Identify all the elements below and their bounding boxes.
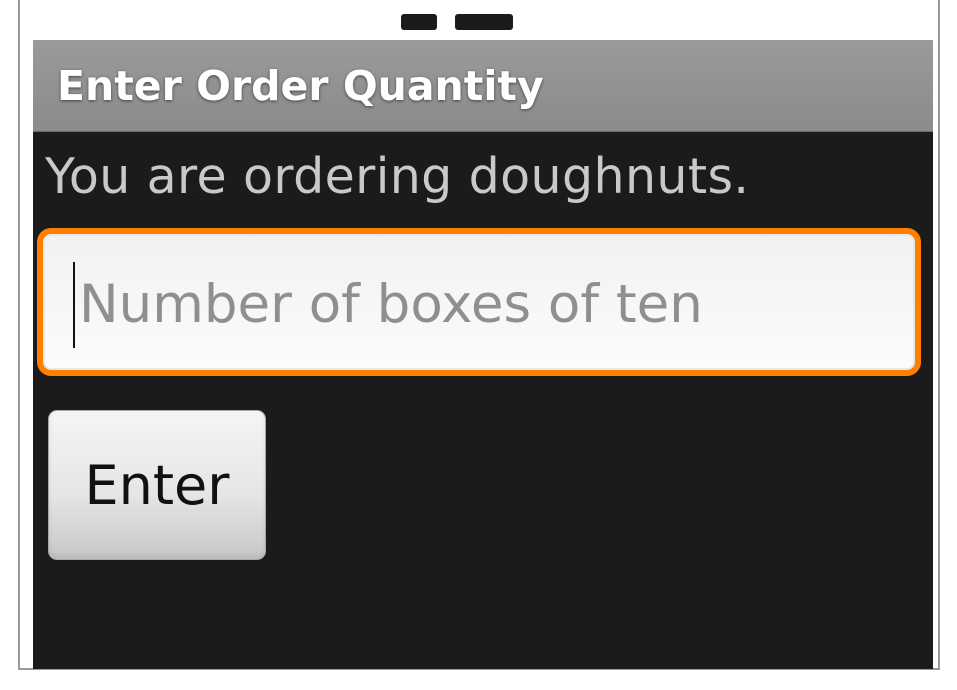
- status-icons: [401, 14, 513, 30]
- order-message: You are ordering doughnuts.: [45, 148, 750, 205]
- enter-button-label: Enter: [84, 453, 230, 517]
- page-title: Enter Order Quantity: [57, 62, 544, 110]
- enter-button[interactable]: Enter: [48, 410, 266, 560]
- battery-icon: [401, 14, 437, 30]
- quantity-input[interactable]: Number of boxes of ten: [37, 228, 921, 376]
- text-cursor: [73, 262, 75, 348]
- status-bar: [33, 0, 933, 40]
- app-screen: Enter Order Quantity You are ordering do…: [33, 0, 933, 669]
- signal-icon: [455, 14, 513, 30]
- title-bar: Enter Order Quantity: [33, 40, 933, 132]
- quantity-input-placeholder: Number of boxes of ten: [79, 274, 703, 335]
